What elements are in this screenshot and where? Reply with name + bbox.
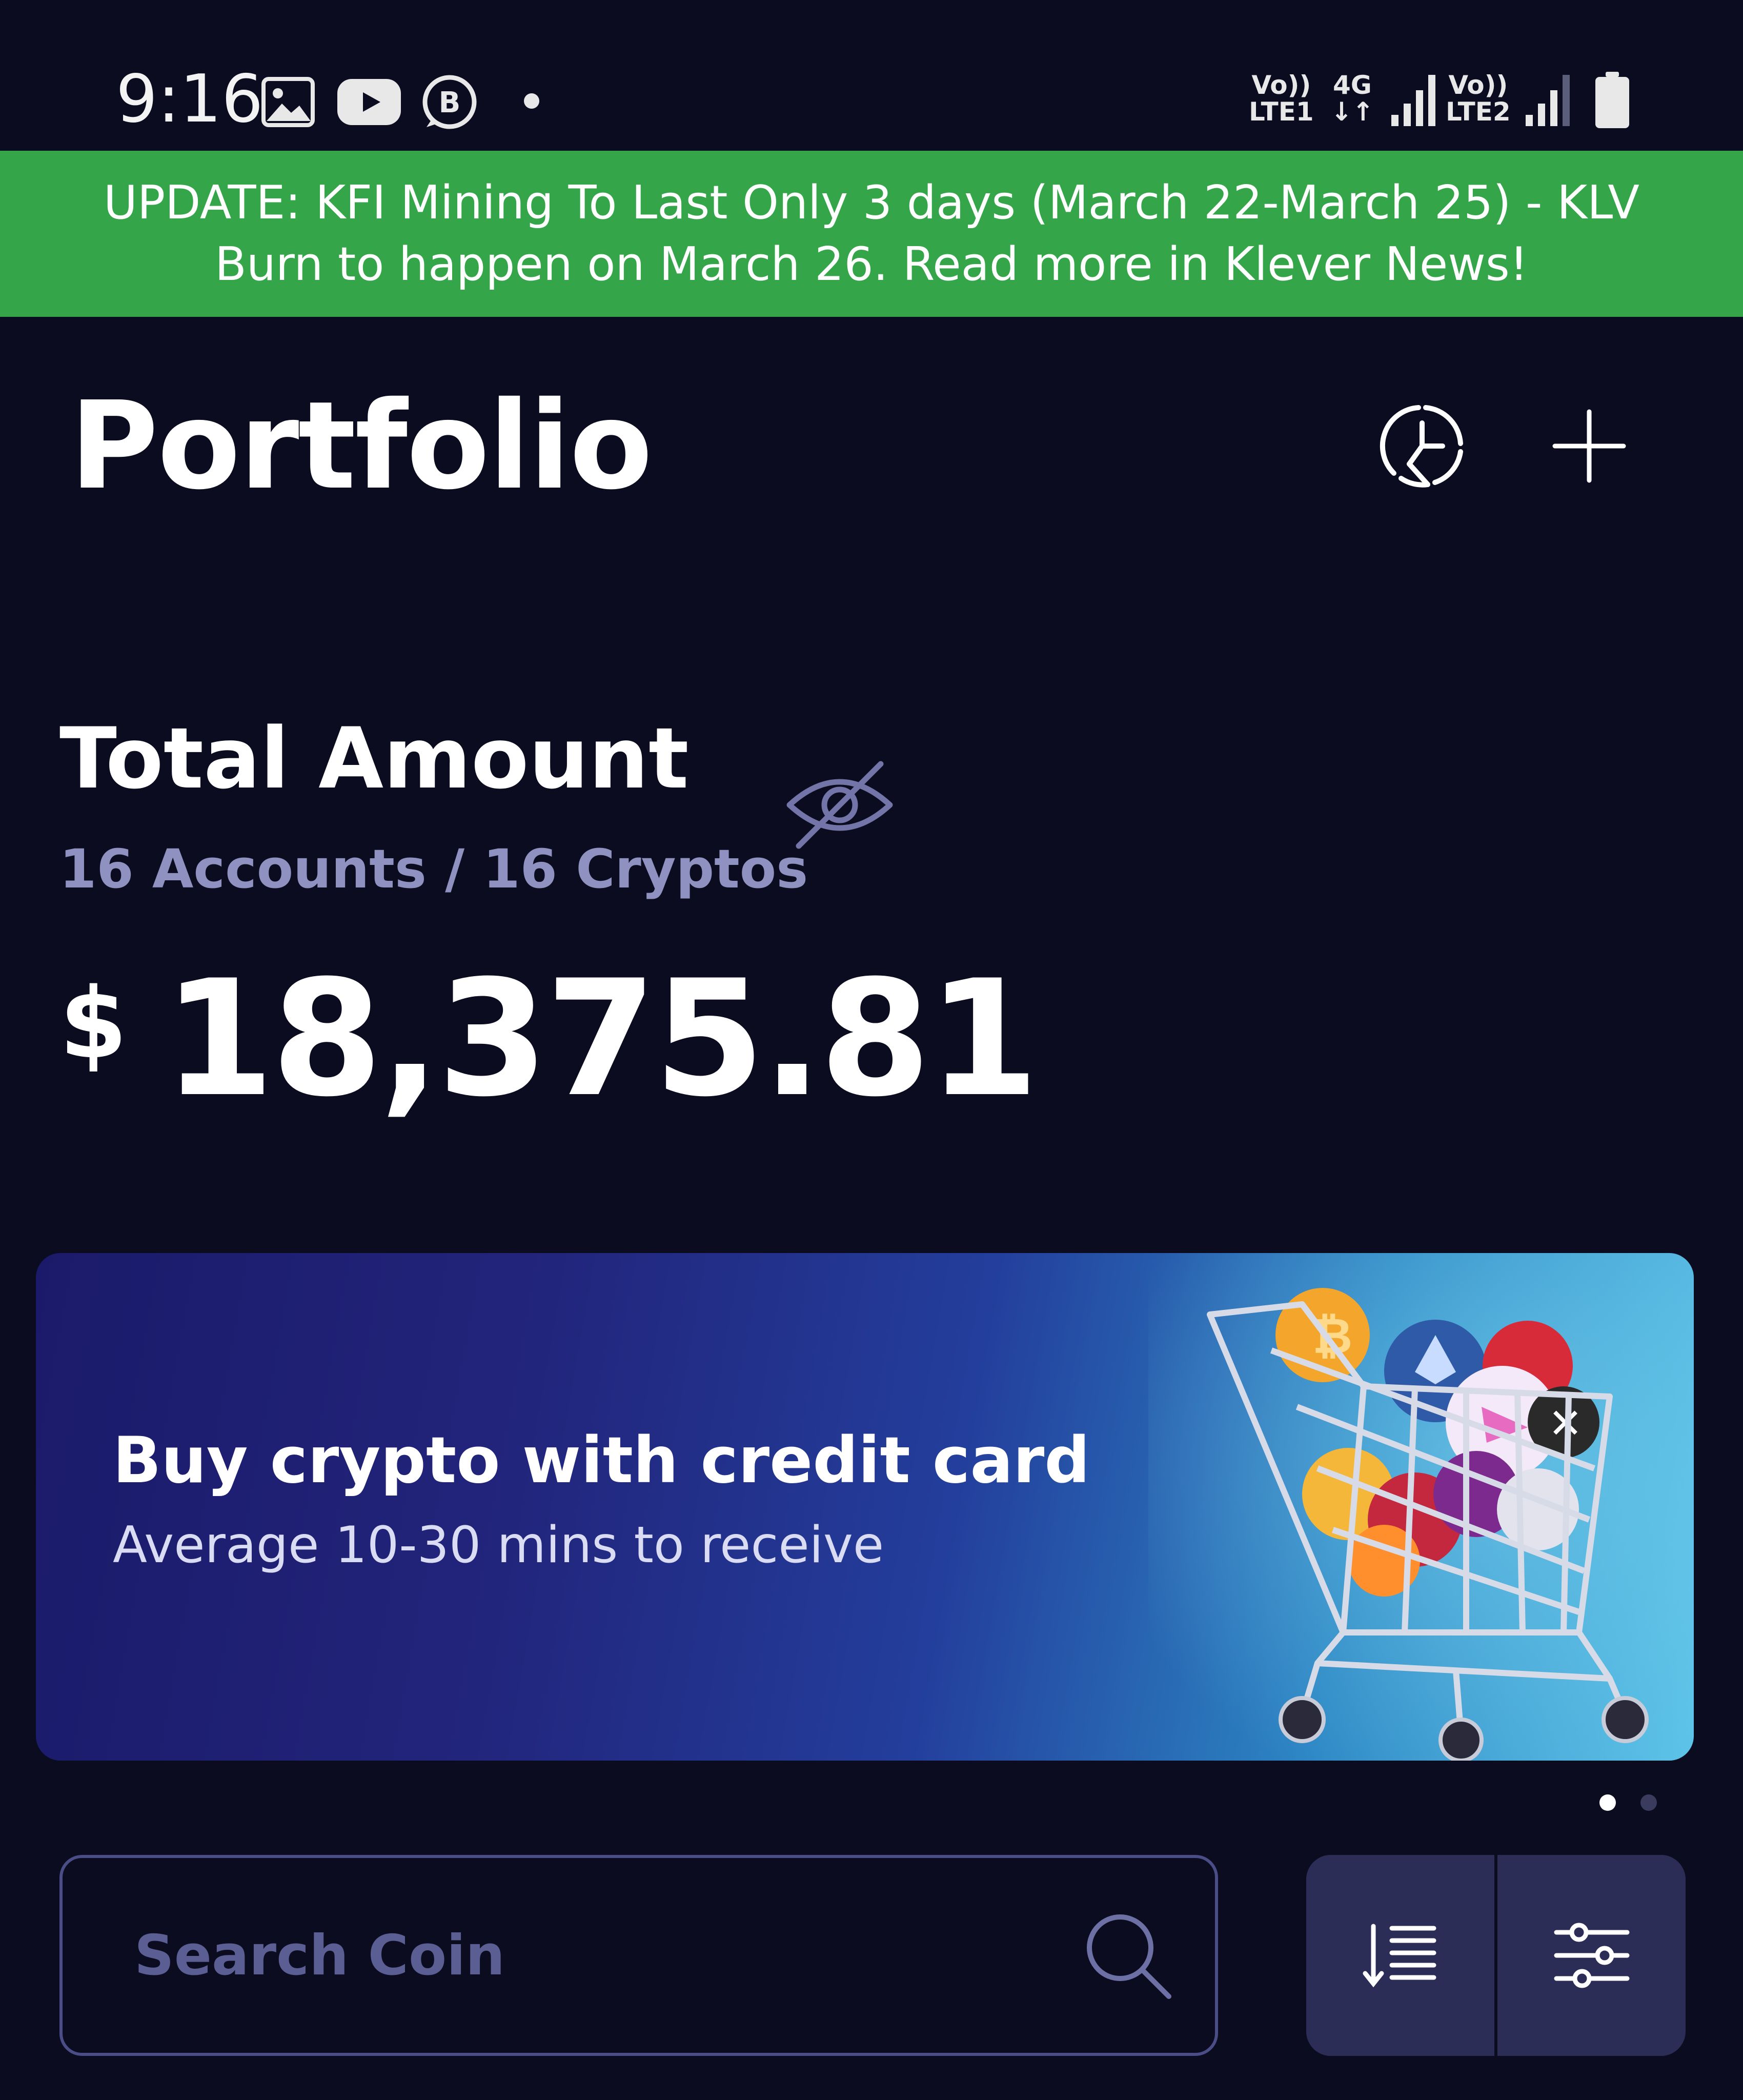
network-lte1: Vo)) LTE1	[1249, 70, 1314, 127]
portfolio-chart-button[interactable]	[1376, 400, 1468, 492]
status-bar: 9:16 B Vo)) LTE1 4G ↓↑ Vo)) LTE2	[0, 0, 1743, 151]
pie-chart-icon	[1380, 405, 1463, 488]
signal-icon	[1526, 75, 1570, 126]
search-input[interactable]	[134, 1923, 1006, 1988]
search-field[interactable]	[59, 1855, 1218, 2056]
signal-icon	[1391, 75, 1435, 126]
accounts-summary: 16 Accounts / 16 Cryptos	[59, 838, 808, 900]
search-icon[interactable]	[1082, 1909, 1174, 2002]
total-balance: $18,375.81	[59, 959, 1039, 1119]
carousel-dot-active[interactable]	[1599, 1794, 1616, 1811]
status-time: 9:16	[116, 61, 264, 137]
svg-text:₿: ₿	[1312, 1307, 1352, 1365]
promo-title: Buy crypto with credit card	[113, 1424, 1090, 1498]
svg-text:B: B	[439, 86, 461, 119]
youtube-icon	[337, 79, 401, 125]
filter-sliders-icon	[1554, 1923, 1629, 1988]
network-4g: 4G ↓↑	[1331, 70, 1374, 127]
currency-symbol: $	[59, 967, 128, 1080]
total-amount-label: Total Amount	[59, 710, 689, 807]
eye-off-icon[interactable]	[783, 754, 896, 856]
gallery-icon	[261, 77, 315, 127]
filter-button[interactable]	[1497, 1855, 1686, 2056]
promo-subtitle: Average 10-30 mins to receive	[113, 1516, 884, 1574]
add-button[interactable]	[1543, 400, 1635, 492]
list-tools	[1306, 1855, 1686, 2056]
carousel-pagination	[1599, 1794, 1657, 1811]
sort-icon	[1363, 1924, 1436, 1988]
announcement-text: UPDATE: KFI Mining To Last Only 3 days (…	[104, 176, 1639, 291]
page-title: Portfolio	[70, 375, 653, 516]
carousel-dot[interactable]	[1640, 1794, 1657, 1811]
announcement-banner[interactable]: UPDATE: KFI Mining To Last Only 3 days (…	[0, 151, 1743, 317]
promo-banner-buy-crypto[interactable]: Buy crypto with credit card Average 10-3…	[36, 1253, 1694, 1761]
battery-icon	[1595, 72, 1629, 128]
network-lte2: Vo)) LTE2	[1446, 70, 1511, 127]
b-app-icon: B	[422, 75, 477, 129]
balance-value: 18,375.81	[163, 945, 1039, 1132]
shopping-cart-crypto-illustration: ₿ ✕	[1148, 1253, 1694, 1761]
notification-dot	[524, 93, 539, 109]
plus-icon	[1552, 409, 1626, 483]
sort-button[interactable]	[1306, 1855, 1495, 2056]
